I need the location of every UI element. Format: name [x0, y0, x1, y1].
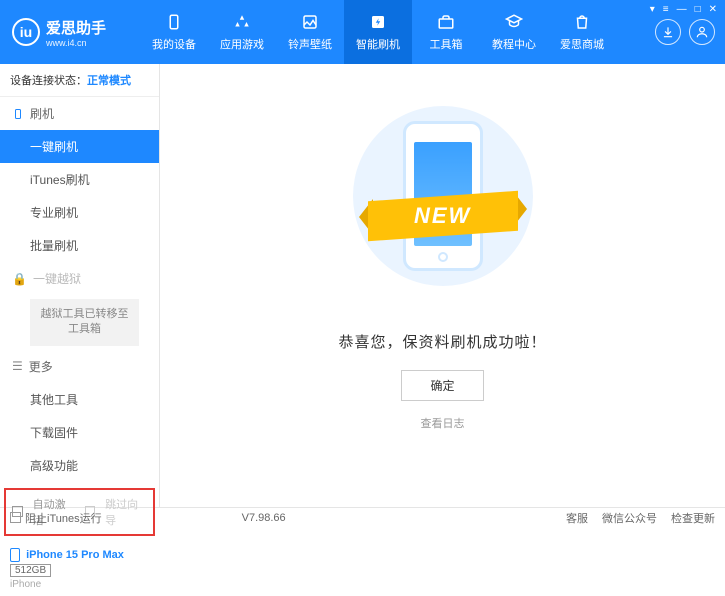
nav-tutorials[interactable]: 教程中心: [480, 0, 548, 64]
footer-update[interactable]: 检查更新: [671, 510, 715, 526]
section-jailbreak: 🔒 一键越狱: [0, 262, 159, 295]
device-icon: [164, 12, 184, 32]
block-itunes-checkbox[interactable]: [10, 512, 21, 523]
success-message: 恭喜您，保资料刷机成功啦！: [338, 331, 546, 352]
sidebar-item-oneclick[interactable]: 一键刷机: [0, 130, 159, 163]
logo[interactable]: iu 爱思助手 www.i4.cn: [0, 17, 140, 48]
footer-wechat[interactable]: 微信公众号: [602, 510, 657, 526]
minimize-icon[interactable]: —: [677, 4, 687, 15]
phone-icon: [12, 108, 24, 120]
more-icon: ☰: [12, 359, 23, 373]
settings-icon[interactable]: ▾: [650, 4, 655, 15]
sidebar-item-advanced[interactable]: 高级功能: [0, 449, 159, 482]
section-flash[interactable]: 刷机: [0, 97, 159, 130]
device-info[interactable]: iPhone 15 Pro Max 512GB iPhone: [0, 542, 159, 596]
logo-icon: iu: [12, 18, 40, 46]
flash-icon: [368, 12, 388, 32]
apps-icon: [232, 12, 252, 32]
app-title: 爱思助手: [46, 17, 106, 38]
nav-store[interactable]: 爱思商城: [548, 0, 616, 64]
sidebar-item-pro[interactable]: 专业刷机: [0, 196, 159, 229]
view-log-link[interactable]: 查看日志: [421, 415, 465, 431]
block-itunes-label: 阻止iTunes运行: [25, 510, 102, 526]
sidebar-item-firmware[interactable]: 下载固件: [0, 416, 159, 449]
nav-apps[interactable]: 应用游戏: [208, 0, 276, 64]
new-badge: NEW: [414, 203, 471, 229]
section-more[interactable]: ☰ 更多: [0, 350, 159, 383]
wallpaper-icon: [300, 12, 320, 32]
connection-status: 设备连接状态：正常模式: [0, 64, 159, 97]
ok-button[interactable]: 确定: [401, 370, 483, 401]
main-content: NEW 恭喜您，保资料刷机成功啦！ 确定 查看日志: [160, 64, 725, 507]
sidebar-item-other[interactable]: 其他工具: [0, 383, 159, 416]
jailbreak-note: 越狱工具已转移至工具箱: [30, 299, 139, 346]
sidebar-item-batch[interactable]: 批量刷机: [0, 229, 159, 262]
version: V7.98.66: [242, 512, 286, 524]
device-name: iPhone 15 Pro Max: [26, 549, 124, 561]
app-subtitle: www.i4.cn: [46, 38, 106, 48]
lock-icon: 🔒: [12, 272, 27, 286]
header: iu 爱思助手 www.i4.cn 我的设备 应用游戏 铃声壁纸 智能刷机 工具…: [0, 0, 725, 64]
device-phone-icon: [10, 548, 20, 562]
device-type: iPhone: [10, 579, 149, 590]
sidebar-item-itunes[interactable]: iTunes刷机: [0, 163, 159, 196]
nav-ringtones[interactable]: 铃声壁纸: [276, 0, 344, 64]
success-illustration: NEW: [373, 111, 513, 311]
download-button[interactable]: [655, 19, 681, 45]
store-icon: [572, 12, 592, 32]
device-storage: 512GB: [10, 564, 51, 577]
top-nav: 我的设备 应用游戏 铃声壁纸 智能刷机 工具箱 教程中心 爱思商城: [140, 0, 655, 64]
maximize-icon[interactable]: □: [695, 4, 701, 15]
sidebar: 设备连接状态：正常模式 刷机 一键刷机 iTunes刷机 专业刷机 批量刷机 🔒…: [0, 64, 160, 507]
tutorial-icon: [504, 12, 524, 32]
nav-toolbox[interactable]: 工具箱: [412, 0, 480, 64]
close-icon[interactable]: ✕: [709, 4, 717, 15]
user-button[interactable]: [689, 19, 715, 45]
nav-flash[interactable]: 智能刷机: [344, 0, 412, 64]
nav-my-device[interactable]: 我的设备: [140, 0, 208, 64]
footer-support[interactable]: 客服: [566, 510, 588, 526]
toolbox-icon: [436, 12, 456, 32]
menu-icon[interactable]: ≡: [663, 4, 669, 15]
